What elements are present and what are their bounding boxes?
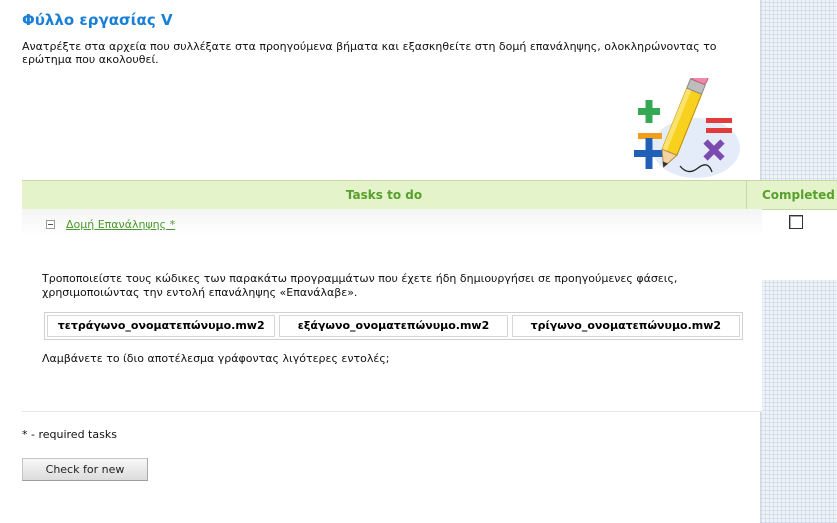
intro-text: Ανατρέξτε στα αρχεία που συλλέξατε στα π…: [22, 40, 717, 66]
file-item-hexagon: εξάγωνο_ονοματεπώνυμο.mw2: [279, 315, 508, 337]
file-item-triangle: τρίγωνο_ονοματεπώνυμο.mw2: [511, 315, 740, 337]
math-pencil-clipart-icon: [634, 78, 740, 178]
file-item-square: τετράγωνο_ονοματεπώνυμο.mw2: [47, 315, 276, 337]
check-for-new-button[interactable]: Check for new: [22, 458, 148, 481]
task-description: Τροποποιείστε τους κώδικες των παρακάτω …: [42, 272, 678, 299]
tasks-table-header: Tasks to do Completed: [22, 180, 837, 210]
required-tasks-note: * - required tasks: [22, 428, 117, 441]
task-question: Λαμβάνετε το ίδιο αποτέλεσμα γράφοντας λ…: [42, 352, 390, 365]
task-title-link[interactable]: Δομή Επανάληψης *: [66, 218, 175, 231]
right-decorative-strip: [760, 0, 837, 523]
page-title: Φύλλο εργασίας V: [22, 11, 173, 29]
completed-header: Completed: [762, 188, 835, 202]
task-row: Δομή Επανάληψης * Τροποποιείστε τους κώδ…: [22, 209, 762, 412]
file-list: τετράγωνο_ονοματεπώνυμο.mw2 εξάγωνο_ονομ…: [44, 312, 743, 340]
tasks-to-do-header: Tasks to do: [345, 188, 423, 202]
collapse-minus-icon[interactable]: [46, 220, 55, 229]
completed-checkbox[interactable]: [789, 215, 803, 229]
